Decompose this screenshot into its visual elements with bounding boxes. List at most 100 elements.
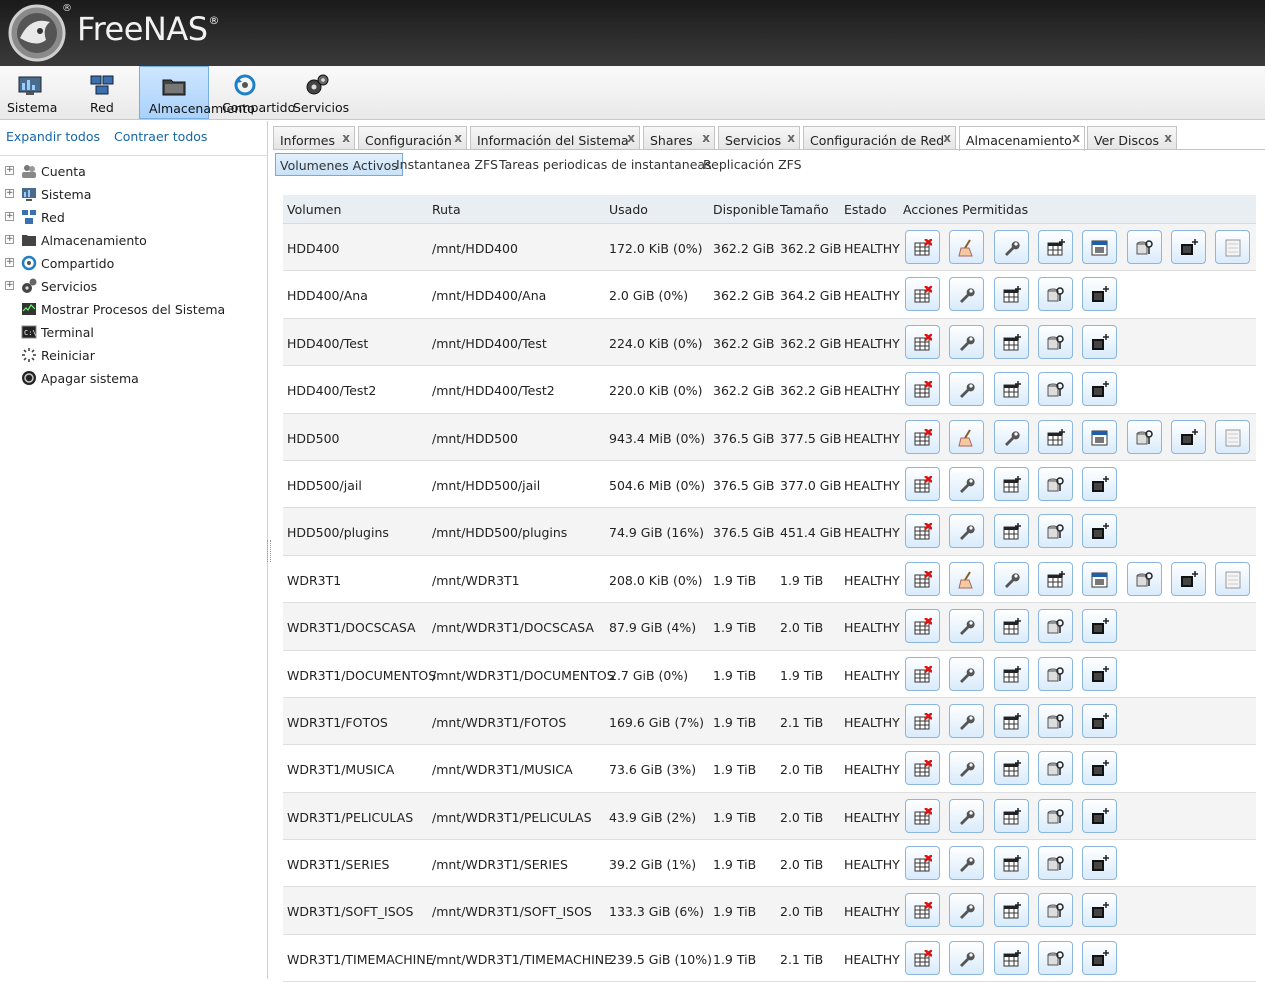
close-icon[interactable]: x [627,131,635,145]
create-snapshot-button[interactable] [1082,466,1118,501]
table-row[interactable]: WDR3T1/TIMEMACHINE/mnt/WDR3T1/TIMEMACHIN… [283,935,1256,982]
sidebar-item-procesos[interactable]: Mostrar Procesos del Sistema [0,298,267,321]
create-snapshot-button[interactable] [1082,703,1118,738]
expand-toggle-icon[interactable]: + [5,166,14,175]
create-zvol-button[interactable] [1082,561,1118,596]
dataset-options-button[interactable] [1037,466,1073,501]
dataset-options-button[interactable] [1037,372,1073,407]
edit-permissions-button[interactable] [949,751,985,786]
create-snapshot-button[interactable] [1082,277,1118,312]
create-dataset-button[interactable] [1037,230,1073,264]
create-dataset-button[interactable] [993,846,1029,881]
edit-permissions-button[interactable] [949,798,985,833]
table-row[interactable]: HDD500/mnt/HDD500 943.4 MiB (0%) 376.5 GiB… [283,413,1256,461]
expand-toggle-icon[interactable]: + [5,212,14,221]
create-snapshot-button[interactable] [1082,324,1118,359]
destroy-dataset-button[interactable] [905,514,940,549]
dataset-options-button[interactable] [1037,940,1073,975]
table-row[interactable]: WDR3T1/DOCSCASA/mnt/WDR3T1/DOCSCASA 87.9 … [283,603,1256,651]
table-row[interactable]: HDD400/Test/mnt/HDD400/Test 224.0 KiB (0%… [283,318,1256,367]
create-dataset-button[interactable] [993,751,1029,786]
col-volumen[interactable]: Volumen [287,202,341,217]
destroy-dataset-button[interactable] [905,846,940,881]
edit-permissions-button[interactable] [949,656,985,691]
volume-status-button[interactable] [1215,230,1251,264]
destroy-dataset-button[interactable] [905,703,940,738]
edit-permissions-button[interactable] [993,561,1029,596]
create-dataset-button[interactable] [993,514,1029,549]
detach-volume-button[interactable] [905,561,940,596]
dataset-options-button[interactable] [1037,656,1073,691]
dataset-options-button[interactable] [1037,277,1073,312]
create-dataset-button[interactable] [1037,561,1073,596]
table-row[interactable]: WDR3T1/DOCUMENTOS/mnt/WDR3T1/DOCUMENTOS 2… [283,651,1256,698]
sidebar-item-terminal[interactable]: C:\ Terminal [0,321,267,344]
tab-informacion-sistema[interactable]: Información del Sistema x [470,126,640,150]
dataset-options-button[interactable] [1037,324,1073,359]
scrub-volume-button[interactable] [949,561,985,596]
tab-configuracion-red[interactable]: Configuración de Red x [803,126,956,150]
edit-permissions-button[interactable] [949,372,985,407]
edit-permissions-button[interactable] [949,703,985,738]
create-zvol-button[interactable] [1082,230,1118,264]
create-dataset-button[interactable] [993,798,1029,833]
destroy-dataset-button[interactable] [905,324,940,359]
create-snapshot-button[interactable] [1082,798,1118,833]
volume-status-button[interactable] [1215,561,1251,596]
create-snapshot-button[interactable] [1082,846,1118,881]
close-icon[interactable]: x [342,131,350,145]
dataset-options-button[interactable] [1037,609,1073,644]
dataset-options-button[interactable] [1037,751,1073,786]
close-icon[interactable]: x [1072,131,1080,145]
table-row[interactable]: WDR3T1/mnt/WDR3T1 208.0 KiB (0%) 1.9 TiB 1.… [283,556,1256,604]
edit-permissions-button[interactable] [993,419,1029,454]
edit-permissions-button[interactable] [993,230,1029,264]
create-dataset-button[interactable] [993,656,1029,691]
create-snapshot-button[interactable] [1082,514,1118,549]
subtab-volumenes-activos[interactable]: Volumenes Activos [275,153,403,176]
table-row[interactable]: WDR3T1/PELICULAS/mnt/WDR3T1/PELICULAS 43.… [283,792,1256,841]
edit-permissions-button[interactable] [949,940,985,975]
edit-permissions-button[interactable] [949,277,985,312]
dataset-options-button[interactable] [1037,846,1073,881]
edit-permissions-button[interactable] [949,609,985,644]
edit-permissions-button[interactable] [949,846,985,881]
nav-sistema[interactable]: Sistema [0,66,62,119]
col-estado[interactable]: Estado [844,202,887,217]
sidebar-item-cuenta[interactable]: + Cuenta [0,160,267,183]
create-dataset-button[interactable] [993,277,1029,312]
expand-toggle-icon[interactable]: + [5,189,14,198]
edit-permissions-button[interactable] [949,514,985,549]
sidebar-splitter[interactable] [267,540,271,562]
create-snapshot-button[interactable] [1082,893,1118,928]
create-dataset-button[interactable] [993,703,1029,738]
nav-almacenamiento[interactable]: Almacenamiento [139,66,255,119]
table-row[interactable]: HDD500/plugins/mnt/HDD500/plugins 74.9 Gi… [283,508,1256,556]
sidebar-item-almacenamiento[interactable]: + Almacenamiento [0,229,267,252]
create-dataset-button[interactable] [993,324,1029,359]
table-row[interactable]: HDD400/Test2/mnt/HDD400/Test2 220.0 KiB (… [283,366,1256,414]
collapse-all-link[interactable]: Contraer todos [114,129,207,144]
tab-shares[interactable]: Shares x [643,126,715,150]
create-dataset-button[interactable] [993,893,1029,928]
close-icon[interactable]: x [1164,131,1172,145]
destroy-dataset-button[interactable] [905,277,940,312]
create-zvol-button[interactable] [1082,419,1118,454]
close-icon[interactable]: x [943,131,951,145]
subtab-replicacion-zfs[interactable]: Replicación ZFS [699,153,806,176]
edit-permissions-button[interactable] [949,893,985,928]
create-snapshot-button[interactable] [1082,656,1118,691]
sidebar-item-reiniciar[interactable]: Reiniciar [0,344,267,367]
sidebar-item-sistema[interactable]: + Sistema [0,183,267,206]
destroy-dataset-button[interactable] [905,466,940,501]
dataset-options-button[interactable] [1037,893,1073,928]
create-dataset-button[interactable] [993,940,1029,975]
table-row[interactable]: WDR3T1/FOTOS/mnt/WDR3T1/FOTOS 169.6 GiB (… [283,697,1256,746]
scrub-volume-button[interactable] [949,419,985,454]
edit-permissions-button[interactable] [949,466,985,501]
create-snapshot-button[interactable] [1082,609,1118,644]
destroy-dataset-button[interactable] [905,609,940,644]
dataset-options-button[interactable] [1037,798,1073,833]
dataset-options-button[interactable] [1037,703,1073,738]
table-row[interactable]: WDR3T1/MUSICA/mnt/WDR3T1/MUSICA 73.6 GiB … [283,745,1256,793]
